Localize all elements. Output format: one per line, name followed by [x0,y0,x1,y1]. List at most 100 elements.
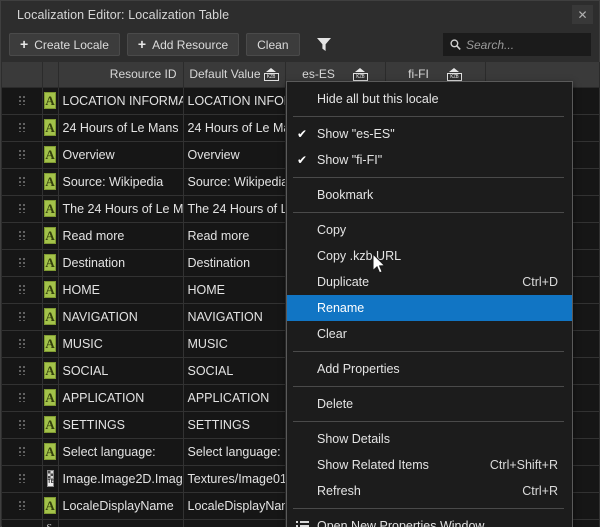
menu-item-hide-all-but-this-locale[interactable]: Hide all but this locale [287,86,572,112]
cell-resource-id[interactable]: Select language: [58,438,183,465]
cell-default-value[interactable]: The 24 Hours of L [183,195,285,222]
cell-resource-id[interactable]: LOCATION INFORMATION [58,87,183,114]
drag-handle-icon[interactable] [6,169,38,195]
cell-default-value[interactable]: MUSIC [183,330,285,357]
close-button[interactable]: ✕ [572,5,593,24]
cell-default-value[interactable]: Styles/LocaleStyle [183,519,285,527]
cell-resource-id[interactable]: Read more [58,222,183,249]
menu-item-label: Add Properties [317,362,558,376]
cell-default-value[interactable]: 24 Hours of Le Ma [183,114,285,141]
row-drag-handle[interactable] [2,411,42,438]
menu-item-copy-kzb-url[interactable]: Copy .kzb URL [287,243,572,269]
row-drag-handle[interactable] [2,303,42,330]
cell-default-value[interactable]: Overview [183,141,285,168]
menu-item-rename[interactable]: Rename [287,295,572,321]
row-type-icon-cell: A [42,276,58,303]
row-drag-handle[interactable] [2,384,42,411]
menu-item-clear[interactable]: Clear [287,321,572,347]
cell-resource-id[interactable]: APPLICATION [58,384,183,411]
row-drag-handle[interactable] [2,465,42,492]
cell-resource-id[interactable]: LocaleDisplayName [58,492,183,519]
menu-item-bookmark[interactable]: Bookmark [287,182,572,208]
menu-item-gutter [287,356,317,382]
drag-handle-icon[interactable] [6,439,38,465]
search-box[interactable] [443,33,591,56]
drag-handle-icon[interactable] [6,88,38,114]
cell-default-value[interactable]: SOCIAL [183,357,285,384]
drag-handle-icon[interactable] [6,331,38,357]
drag-handle-icon[interactable] [6,115,38,141]
row-drag-handle[interactable] [2,141,42,168]
drag-handle-icon[interactable] [6,412,38,438]
cell-default-value[interactable]: SETTINGS [183,411,285,438]
cell-resource-id[interactable]: HOME [58,276,183,303]
kzb-export-icon[interactable]: KZB [447,68,462,81]
cell-resource-id[interactable]: SOCIAL [58,357,183,384]
row-drag-handle[interactable] [2,519,42,527]
drag-handle-icon[interactable] [6,223,38,249]
menu-item-open-new-properties-window[interactable]: Open New Properties Window [287,513,572,527]
drag-handle-icon[interactable] [6,493,38,519]
drag-handle-icon[interactable] [6,196,38,222]
menu-item-add-properties[interactable]: Add Properties [287,356,572,382]
cell-resource-id[interactable]: SETTINGS [58,411,183,438]
cell-resource-id[interactable]: 24 Hours of Le Mans [58,114,183,141]
drag-handle-icon[interactable] [6,250,38,276]
cell-resource-id[interactable]: NAVIGATION [58,303,183,330]
cell-default-value[interactable]: APPLICATION [183,384,285,411]
drag-handle-icon[interactable] [6,385,38,411]
row-drag-handle[interactable] [2,276,42,303]
menu-item-show-fi-fi[interactable]: ✔Show "fi-FI" [287,147,572,173]
row-drag-handle[interactable] [2,114,42,141]
cell-default-value[interactable]: HOME [183,276,285,303]
clean-button[interactable]: Clean [246,33,299,56]
row-drag-handle[interactable] [2,492,42,519]
menu-item-show-es-es[interactable]: ✔Show "es-ES" [287,121,572,147]
row-drag-handle[interactable] [2,222,42,249]
row-drag-handle[interactable] [2,357,42,384]
cell-default-value[interactable]: Textures/Image01 [183,465,285,492]
menu-item-delete[interactable]: Delete [287,391,572,417]
cell-resource-id[interactable]: The 24 Hours of Le M [58,195,183,222]
menu-item-label: Copy .kzb URL [317,249,558,263]
create-locale-button[interactable]: + Create Locale [9,33,120,56]
kzb-export-icon[interactable]: KZB [264,68,279,81]
cell-default-value[interactable]: LOCATION INFOR [183,87,285,114]
cell-resource-id[interactable]: Source: Wikipedia [58,168,183,195]
menu-item-copy[interactable]: Copy [287,217,572,243]
row-drag-handle[interactable] [2,249,42,276]
cell-default-value[interactable]: NAVIGATION [183,303,285,330]
cell-default-value[interactable]: Source: Wikipedia [183,168,285,195]
drag-handle-icon[interactable] [6,520,38,527]
row-drag-handle[interactable] [2,87,42,114]
cell-default-value[interactable]: Select language: [183,438,285,465]
menu-item-show-details[interactable]: Show Details [287,426,572,452]
column-header-default-value[interactable]: Default Value KZB [183,62,285,87]
cell-resource-id[interactable]: Destination [58,249,183,276]
cell-resource-id[interactable]: MUSIC [58,330,183,357]
row-drag-handle[interactable] [2,168,42,195]
row-drag-handle[interactable] [2,330,42,357]
drag-handle-icon[interactable] [6,466,38,492]
cell-resource-id[interactable]: Overview [58,141,183,168]
column-header-resource-id[interactable]: Resource ID [58,62,183,87]
add-resource-button[interactable]: + Add Resource [127,33,239,56]
drag-handle-icon[interactable] [6,277,38,303]
cell-default-value[interactable]: LocaleDisplayNam [183,492,285,519]
menu-item-duplicate[interactable]: DuplicateCtrl+D [287,269,572,295]
header-grip [2,62,42,87]
row-drag-handle[interactable] [2,438,42,465]
drag-handle-icon[interactable] [6,358,38,384]
menu-item-refresh[interactable]: RefreshCtrl+R [287,478,572,504]
cell-resource-id[interactable]: LocaleStyle [58,519,183,527]
kzb-export-icon[interactable]: KZB [353,68,368,81]
cell-resource-id[interactable]: Image.Image2D.Imag [58,465,183,492]
drag-handle-icon[interactable] [6,304,38,330]
drag-handle-icon[interactable] [6,142,38,168]
row-drag-handle[interactable] [2,195,42,222]
search-input[interactable] [466,38,600,52]
cell-default-value[interactable]: Read more [183,222,285,249]
cell-default-value[interactable]: Destination [183,249,285,276]
filter-button[interactable] [311,33,337,56]
menu-item-show-related-items[interactable]: Show Related ItemsCtrl+Shift+R [287,452,572,478]
